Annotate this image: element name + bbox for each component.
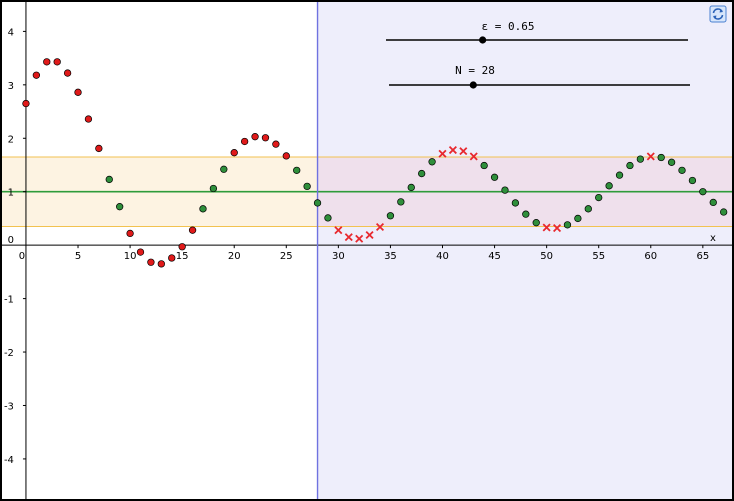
- x-tick-label: 65: [696, 251, 709, 262]
- sequence-point-inside: [220, 165, 228, 173]
- x-tick-label: 50: [540, 251, 553, 262]
- sequence-point-inside: [303, 182, 311, 191]
- sequence-point-outside: [84, 115, 93, 123]
- sequence-point-inside: [626, 161, 634, 170]
- sequence-point-outside: [261, 134, 270, 142]
- beyond-n-shade: [317, 2, 732, 499]
- y-tick-label: -1: [4, 295, 14, 306]
- x-tick-label: 0: [19, 251, 25, 262]
- sequence-point-outside: [147, 258, 155, 266]
- y-tick-label: 3: [8, 81, 14, 92]
- sequence-point-inside: [293, 166, 301, 174]
- sequence-point-inside: [615, 171, 624, 179]
- sequence-point-inside: [720, 208, 728, 216]
- sequence-point-outside: [22, 99, 30, 108]
- sequence-point-inside: [636, 155, 645, 163]
- sequence-point-inside: [595, 193, 603, 202]
- sequence-point-inside: [657, 153, 665, 162]
- sequence-point-outside: [74, 88, 82, 96]
- epsilon-slider-knob[interactable]: [479, 36, 487, 44]
- x-tick-label: 60: [644, 251, 657, 262]
- sequence-point-inside: [667, 158, 676, 166]
- sequence-point-inside: [688, 176, 697, 185]
- y-tick-label: -2: [4, 348, 14, 359]
- x-tick-label: 35: [384, 251, 397, 262]
- x-tick-label: 25: [280, 251, 293, 262]
- sequence-point-inside: [532, 219, 540, 227]
- x-tick-label: 30: [332, 251, 345, 262]
- sequence-point-outside: [157, 260, 165, 268]
- x-tick-label: 40: [436, 251, 449, 262]
- sequence-point-inside: [501, 186, 509, 194]
- sequence-point-inside: [574, 214, 582, 223]
- y-tick-label: 0: [8, 235, 14, 246]
- sequence-point-outside: [240, 137, 249, 146]
- sequence-point-inside: [209, 184, 218, 193]
- n-slider-knob[interactable]: [469, 81, 477, 89]
- y-tick-label: -4: [4, 455, 14, 466]
- x-tick-label: 5: [75, 251, 81, 262]
- n-slider-label: N = 28: [455, 64, 495, 77]
- sequence-point-outside: [136, 248, 145, 256]
- sequence-point-inside: [105, 175, 113, 184]
- sequence-point-inside: [480, 161, 488, 170]
- sequence-point-outside: [126, 229, 134, 238]
- sequence-point-inside: [522, 210, 530, 218]
- sequence-point-inside: [563, 221, 572, 229]
- sequence-point-outside: [43, 58, 51, 66]
- sequence-point-inside: [116, 203, 124, 211]
- x-tick-label: 20: [228, 251, 241, 262]
- x-tick-label: 10: [124, 251, 137, 262]
- y-tick-label: 1: [8, 188, 14, 199]
- y-tick-label: 4: [8, 27, 14, 38]
- sequence-point-inside: [678, 166, 686, 174]
- sequence-point-inside: [584, 205, 592, 213]
- sequence-point-inside: [199, 205, 207, 213]
- sequence-point-outside: [32, 71, 41, 79]
- sequence-convergence-plot: 0 5 10 15 20 25 30 35 40 45 50 55 60 65 43210-1-2-3-4…: [0, 0, 734, 501]
- sequence-point-inside: [605, 182, 613, 190]
- sequence-point-inside: [490, 173, 499, 181]
- sequence-point-outside: [53, 58, 61, 66]
- x-tick-label: 55: [592, 251, 605, 262]
- sequence-point-inside: [511, 199, 520, 207]
- sequence-point-outside: [168, 254, 176, 262]
- x-axis-label: x: [710, 233, 716, 244]
- x-tick-label: 15: [176, 251, 189, 262]
- sequence-point-outside: [95, 144, 103, 153]
- sequence-point-inside: [313, 199, 322, 207]
- sequence-point-inside: [709, 198, 717, 207]
- epsilon-slider-label: ε = 0.65: [482, 20, 535, 33]
- y-tick-label: -3: [4, 401, 14, 412]
- sequence-point-inside: [428, 158, 436, 166]
- x-tick-label: 45: [488, 251, 501, 262]
- sequence-point-outside: [272, 140, 280, 148]
- sequence-point-inside: [324, 214, 332, 222]
- sequence-point-outside: [230, 149, 238, 157]
- sequence-point-outside: [63, 69, 72, 77]
- sequence-point-outside: [282, 152, 290, 160]
- sequence-point-inside: [397, 198, 405, 206]
- sequence-point-inside: [418, 169, 426, 178]
- y-tick-label: 2: [8, 134, 14, 145]
- refresh-icon[interactable]: [709, 5, 727, 23]
- sequence-point-inside: [407, 183, 415, 192]
- sequence-point-outside: [251, 133, 259, 141]
- sequence-point-inside: [386, 212, 395, 220]
- sequence-point-inside: [699, 188, 707, 196]
- sequence-point-outside: [178, 243, 186, 251]
- sequence-point-outside: [188, 226, 197, 234]
